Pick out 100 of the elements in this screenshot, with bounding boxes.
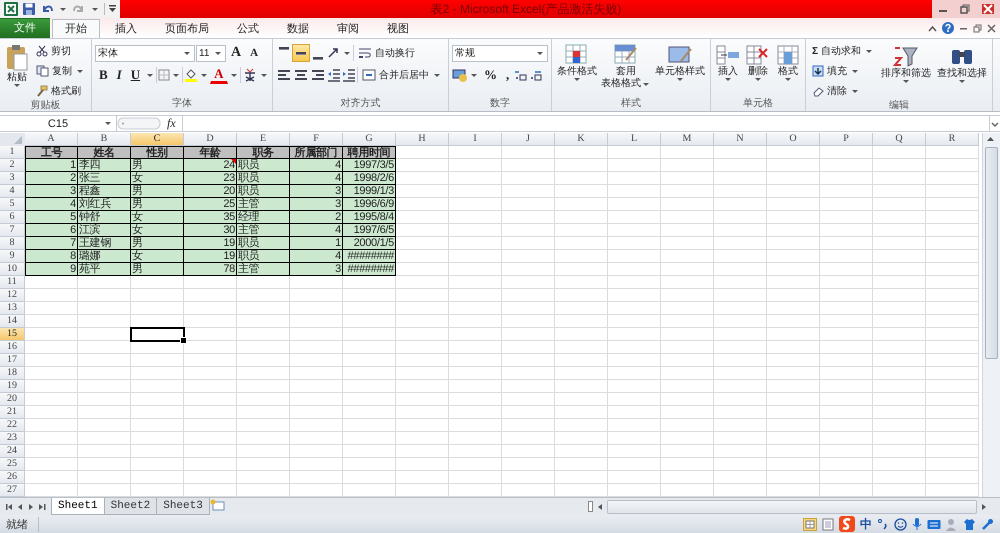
row-header[interactable]: 14 [0,315,25,328]
file-tab[interactable]: 文件 [0,18,50,38]
ribbon-button[interactable]: 自动换行 [355,44,418,62]
column-header[interactable]: C [131,133,184,146]
row-header[interactable]: 6 [0,211,25,224]
column-header[interactable]: M [661,133,714,146]
column-header[interactable]: K [555,133,608,146]
bold-button[interactable]: B [95,65,112,85]
name-box[interactable]: C15 [0,116,117,131]
row-header[interactable]: 12 [0,289,25,302]
ribbon-tab[interactable]: 数据 [274,19,322,38]
table-cell: 男 [131,237,184,250]
column-header[interactable]: A [25,133,78,146]
ribbon-button[interactable]: 合并后居中 [359,66,445,84]
font-color-button[interactable]: A [210,66,228,84]
group-label: 对齐方式 [340,98,382,111]
ribbon-tab[interactable]: 页面布局 [152,19,222,38]
sheet-tab[interactable]: Sheet3 [156,498,210,515]
ime-mode-button[interactable]: 中 [860,516,872,532]
row-header[interactable]: 4 [0,185,25,198]
table-cell: 1997/3/5 [343,159,396,172]
column-header[interactable]: J [502,133,555,146]
row-header[interactable]: 8 [0,237,25,250]
row-header[interactable]: 10 [0,263,25,276]
row-header[interactable]: 7 [0,224,25,237]
row-header[interactable]: 17 [0,354,25,367]
ribbon-button[interactable]: 条件格式 [555,42,599,98]
column-header[interactable]: E [237,133,290,146]
column-header[interactable]: D [184,133,237,146]
column-header[interactable]: I [449,133,502,146]
ribbon-tab[interactable]: 插入 [102,19,150,38]
row-header[interactable]: 11 [0,276,25,289]
row-header[interactable]: 21 [0,406,25,419]
column-header[interactable]: O [767,133,820,146]
table-cell: 24 [184,159,237,172]
table-cell: 女 [131,250,184,263]
row-header[interactable]: 27 [0,484,25,497]
table-cell: 李四 [78,159,131,172]
insert-function-button[interactable]: fx [161,116,182,131]
comma-button[interactable]: , [502,65,514,85]
row-header[interactable]: 24 [0,445,25,458]
ribbon-button[interactable]: 粘贴 [3,42,31,100]
ribbon-tab[interactable]: 公式 [224,19,272,38]
table-cell: 男 [131,159,184,172]
row-header[interactable]: 15 [0,328,25,341]
ribbon-button[interactable]: 格式 [774,42,802,98]
underline-button[interactable]: U [126,65,144,85]
ribbon-button[interactable]: 套用 表格格式 [599,42,653,98]
column-header[interactable]: L [608,133,661,146]
row-header[interactable]: 5 [0,198,25,211]
column-header[interactable]: H [396,133,449,146]
ribbon-button[interactable]: 格式刷 [33,82,88,100]
table-cell: 78 [184,263,237,276]
row-header[interactable]: 23 [0,432,25,445]
shrink-font-button[interactable]: A [246,43,262,63]
column-header[interactable]: B [78,133,131,146]
row-header[interactable]: 1 [0,146,25,159]
table-cell: 聘用时间 [343,146,396,159]
ribbon-button[interactable]: 排序和筛选 [879,42,934,100]
ribbon-tab[interactable]: 视图 [374,19,422,38]
row-header[interactable]: 16 [0,341,25,354]
column-header[interactable]: F [290,133,343,146]
row-header[interactable]: 18 [0,367,25,380]
ribbon-tab[interactable]: 审阅 [324,19,372,38]
percent-button[interactable]: % [480,65,501,85]
ribbon-button[interactable]: 填充 [809,62,878,80]
column-header[interactable]: R [926,133,979,146]
column-header[interactable]: P [820,133,873,146]
row-header[interactable]: 2 [0,159,25,172]
ribbon-button[interactable]: 查找和选择 [935,42,990,100]
ribbon-button[interactable]: Σ 自动求和 [809,42,878,60]
table-cell: 19 [184,250,237,263]
table-cell: 职员 [237,159,290,172]
row-header[interactable]: 9 [0,250,25,263]
row-header[interactable]: 26 [0,471,25,484]
row-header[interactable]: 3 [0,172,25,185]
sheet-tab[interactable]: Sheet1 [51,498,105,515]
status-text: 就绪 [6,516,39,532]
row-header[interactable]: 19 [0,380,25,393]
row-header[interactable]: 22 [0,419,25,432]
ribbon-button[interactable]: 剪切 [33,42,88,60]
ribbon-button[interactable]: 复制 [33,62,88,80]
column-header[interactable]: Q [873,133,926,146]
row-header[interactable]: 25 [0,458,25,471]
font-size-field[interactable]: 11 [196,44,226,62]
font-name-field[interactable]: 宋体 [95,44,195,62]
sheet-tab[interactable]: Sheet2 [104,498,158,515]
ribbon-button[interactable]: 删除 [744,42,772,98]
ribbon-button[interactable]: 单元格样式 [653,42,707,98]
column-header[interactable]: G [343,133,396,146]
ribbon-button[interactable]: 插入 [714,42,742,98]
table-cell: 职务 [237,146,290,159]
grow-font-button[interactable]: A [227,43,246,63]
ribbon-button[interactable]: 清除 [809,82,878,100]
row-header[interactable]: 13 [0,302,25,315]
ribbon-tab[interactable]: 开始 [52,19,100,38]
column-header[interactable]: N [714,133,767,146]
number-format-field[interactable]: 常规 [452,44,548,62]
italic-button[interactable]: I [112,65,126,85]
row-header[interactable]: 20 [0,393,25,406]
